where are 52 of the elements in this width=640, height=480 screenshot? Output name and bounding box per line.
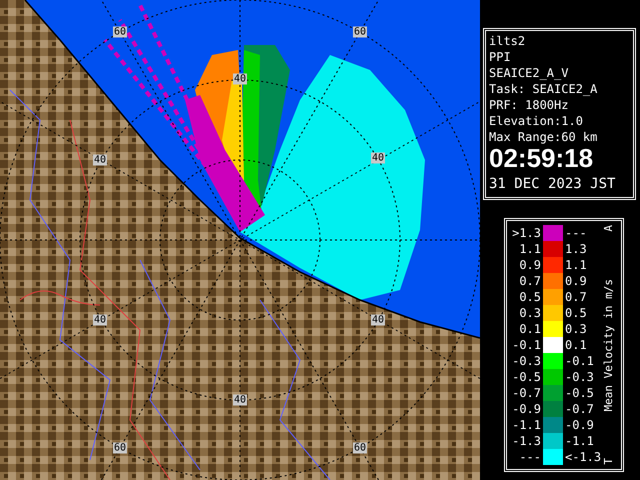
legend-lower-value: -0.5 — [511, 369, 541, 385]
legend-upper-value: -0.9 — [565, 417, 595, 433]
legend-end-mark: A — [601, 225, 616, 232]
info-line: SEAICE2_A_V — [489, 65, 570, 81]
legend-upper-value: <-1.3 — [565, 449, 601, 465]
range-ring-label: 40 — [92, 154, 108, 166]
info-line: PRF: 1800Hz — [489, 97, 570, 113]
range-ring-label: 40 — [370, 314, 386, 326]
range-ring-label: 40 — [232, 394, 248, 406]
legend-upper-value: --- — [565, 225, 588, 241]
scan-time: 02:59:18 — [489, 145, 594, 171]
legend-upper-value: -1.1 — [565, 433, 595, 449]
scan-date: 31 DEC 2023 JST — [489, 175, 616, 194]
info-line: ilts2 — [489, 33, 526, 49]
legend-upper-value: 1.1 — [565, 257, 588, 273]
legend-lower-value: >1.3 — [511, 225, 541, 241]
legend-lower-value: 0.9 — [518, 257, 541, 273]
legend-title: Mean Velocity in m/s — [601, 278, 616, 412]
range-ring-label: 60 — [352, 442, 368, 454]
range-ring-label: 40 — [232, 74, 248, 84]
legend-lower-value: -0.3 — [511, 353, 541, 369]
range-ring-label: 60 — [112, 442, 128, 454]
legend-end-mark: T — [601, 458, 616, 465]
legend-upper-value: 0.3 — [565, 321, 588, 337]
info-line: Elevation:1.0 — [489, 113, 584, 129]
legend-lower-value: -0.9 — [511, 401, 541, 417]
legend-upper-value: -0.5 — [565, 385, 595, 401]
legend-upper-value: 1.3 — [565, 241, 588, 257]
legend-lower-value: -0.1 — [511, 337, 541, 353]
info-line: Max Range:60 km — [489, 129, 598, 145]
legend-upper-value: -0.3 — [565, 369, 595, 385]
legend-lower-value: -1.3 — [511, 433, 541, 449]
legend-upper-value: 0.9 — [565, 273, 588, 289]
info-line: Task: SEAICE2_A — [489, 81, 598, 97]
legend-lower-value: 0.3 — [518, 305, 541, 321]
info-line: PPI — [489, 49, 512, 65]
legend-upper-value: -0.1 — [565, 353, 595, 369]
range-ring-label: 60 — [112, 26, 128, 38]
legend-lower-value: -0.7 — [511, 385, 541, 401]
range-ring-label: 40 — [92, 314, 108, 326]
legend-lower-value: 1.1 — [518, 241, 541, 257]
legend-upper-value: 0.1 — [565, 337, 588, 353]
legend-lower-value: --- — [518, 449, 541, 465]
legend-lower-value: -1.1 — [511, 417, 541, 433]
legend-upper-value: -0.7 — [565, 401, 595, 417]
range-ring-label: 40 — [370, 152, 386, 164]
legend-lower-value: 0.1 — [518, 321, 541, 337]
legend-lower-value: 0.7 — [518, 273, 541, 289]
legend-upper-value: 0.5 — [565, 305, 588, 321]
range-ring-label: 60 — [352, 26, 368, 38]
legend-lower-value: 0.5 — [518, 289, 541, 305]
legend-upper-value: 0.7 — [565, 289, 588, 305]
